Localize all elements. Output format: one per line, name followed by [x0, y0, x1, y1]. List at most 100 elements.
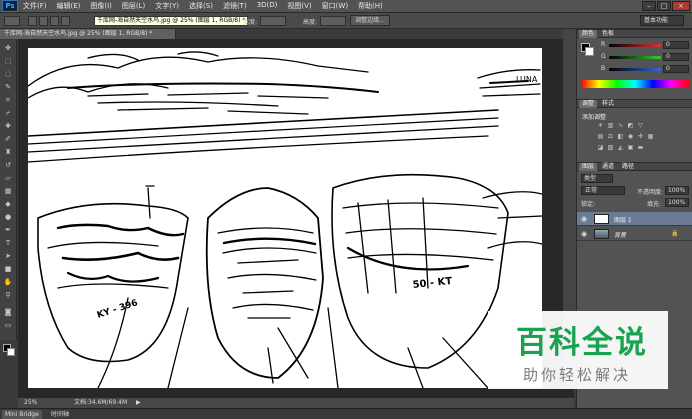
sketch-image[interactable]: LUNA KY - 396 50 - KT [28, 48, 542, 388]
status-arrow-icon[interactable]: ▶ [136, 398, 141, 408]
quick-mask-icon[interactable]: ◙ [3, 308, 13, 317]
close-button[interactable]: × [672, 1, 690, 11]
channel-b-slider[interactable] [609, 68, 661, 71]
dodge-tool-icon[interactable]: ● [3, 213, 13, 222]
hand-tool-icon[interactable]: ✋ [3, 278, 13, 287]
photoshop-window: Ps 文件(F) 编辑(E) 图像(I) 图层(L) 文字(Y) 选择(S) 滤镜(T) 3D… [0, 0, 692, 419]
menu-item-4[interactable]: 文字(Y) [150, 1, 184, 11]
zoom-level[interactable]: 25% [24, 398, 37, 408]
curves-icon[interactable]: ∿ [617, 122, 624, 129]
tab-styles[interactable]: 样式 [599, 100, 617, 108]
gradient-map-icon[interactable]: ▬ [637, 144, 644, 151]
quick-select-tool-icon[interactable]: ✎ [3, 83, 13, 92]
color-lookup-icon[interactable]: ▦ [647, 133, 654, 140]
menu-item-9[interactable]: 窗口(W) [317, 1, 353, 11]
lock-label: 锁定: [581, 201, 596, 208]
menu-item-2[interactable]: 图像(I) [85, 1, 117, 11]
color-bg-swatch[interactable] [585, 47, 594, 56]
crop-tool-icon[interactable]: ⌗ [3, 96, 13, 105]
layer-kind-label: 类型 [584, 175, 597, 182]
move-tool-icon[interactable]: ✥ [3, 44, 13, 53]
toolbox: ✥ ⬚ ◌ ✎ ⌗ ⌿ ✚ ✐ ♜ ↺ ▱ ▦ ◆ ● ✒ T ➤ ■ ✋ ⚲ … [0, 40, 17, 356]
menu-item-5[interactable]: 选择(S) [184, 1, 218, 11]
blur-tool-icon[interactable]: ◆ [3, 200, 13, 209]
history-brush-tool-icon[interactable]: ↺ [3, 161, 13, 170]
height-field[interactable] [320, 16, 346, 26]
tab-swatches[interactable]: 色板 [599, 30, 617, 38]
invert-icon[interactable]: ◪ [597, 144, 604, 151]
channel-g-value[interactable]: 0 [663, 53, 689, 61]
vibrance-icon[interactable]: ▽ [637, 122, 644, 129]
subtract-selection-icon[interactable] [50, 16, 59, 26]
tab-color[interactable]: 颜色 [579, 30, 598, 38]
tab-layers[interactable]: 图层 [579, 163, 598, 171]
visibility-eye-icon[interactable]: ◉ [581, 215, 587, 223]
background-color-swatch[interactable] [7, 348, 15, 356]
visibility-eye-icon[interactable]: ◉ [581, 230, 587, 238]
channel-r-value[interactable]: 0 [663, 41, 689, 49]
menu-item-0[interactable]: 文件(F) [18, 1, 52, 11]
document-tab[interactable]: 千库网-海自然天空水鸟.jpg @ 25% (图层 1, RGB/8) * [0, 29, 176, 39]
shape-tool-icon[interactable]: ■ [3, 265, 13, 274]
width-field[interactable] [260, 16, 286, 26]
opacity-label: 不透明度: [637, 189, 664, 196]
path-select-tool-icon[interactable]: ➤ [3, 252, 13, 261]
brightness-icon[interactable]: ☀ [597, 122, 604, 129]
tab-paths[interactable]: 路径 [619, 163, 637, 171]
threshold-icon[interactable]: ◭ [617, 144, 624, 151]
add-selection-icon[interactable] [39, 16, 48, 26]
tab-timeline[interactable]: 时间轴 [48, 410, 72, 419]
type-tool-icon[interactable]: T [3, 239, 13, 248]
menu-item-8[interactable]: 视图(V) [282, 1, 316, 11]
screen-mode-icon[interactable]: ▭ [3, 321, 13, 330]
marquee-tool-icon[interactable]: ⬚ [3, 57, 13, 66]
layer-row-1[interactable]: ◉ 图层 1 [577, 212, 692, 226]
gradient-tool-icon[interactable]: ▦ [3, 187, 13, 196]
menu-item-7[interactable]: 3D(D) [252, 1, 283, 11]
zoom-tool-icon[interactable]: ⚲ [3, 291, 13, 300]
photo-filter-icon[interactable]: ◉ [627, 133, 634, 140]
color-balance-icon[interactable]: ⚖ [607, 133, 614, 140]
blend-mode-select[interactable]: 正常 [581, 186, 625, 195]
levels-icon[interactable]: ▥ [607, 122, 614, 129]
channel-r-slider[interactable] [609, 44, 661, 47]
menu-item-3[interactable]: 图层(L) [117, 1, 150, 11]
fill-field[interactable]: 100% [665, 198, 689, 207]
pen-tool-icon[interactable]: ✒ [3, 226, 13, 235]
color-spectrum-bar[interactable] [581, 80, 689, 88]
layer-row-background[interactable]: ◉ 背景 🔒 [577, 227, 692, 241]
selective-color-icon[interactable]: ▣ [627, 144, 634, 151]
tab-adjustments[interactable]: 调整 [579, 100, 598, 108]
status-bar: 25% 文档:34.6M/69.4M ▶ [18, 397, 574, 408]
tab-mini-bridge[interactable]: Mini Bridge [2, 410, 42, 419]
channel-b-value[interactable]: 0 [663, 65, 689, 73]
menu-item-1[interactable]: 编辑(E) [52, 1, 86, 11]
maximize-button[interactable]: □ [657, 1, 671, 11]
menu-item-10[interactable]: 帮助(H) [353, 1, 388, 11]
opacity-field[interactable]: 100% [665, 186, 689, 195]
channel-g-slider[interactable] [609, 56, 661, 59]
brush-tool-icon[interactable]: ✐ [3, 135, 13, 144]
intersect-selection-icon[interactable] [61, 16, 70, 26]
posterize-icon[interactable]: ▨ [607, 144, 614, 151]
clone-stamp-tool-icon[interactable]: ♜ [3, 148, 13, 157]
hue-icon[interactable]: ▤ [597, 133, 604, 140]
channel-mixer-icon[interactable]: ✣ [637, 133, 644, 140]
black-white-icon[interactable]: ◧ [617, 133, 624, 140]
tool-preset-picker[interactable] [4, 16, 20, 26]
eraser-tool-icon[interactable]: ▱ [3, 174, 13, 183]
menu-item-6[interactable]: 滤镜(T) [218, 1, 252, 11]
layer-name[interactable]: 背景 [614, 230, 626, 239]
layer-thumbnail [594, 214, 609, 224]
layer-kind-filter[interactable]: 类型 [581, 174, 613, 183]
layer-name[interactable]: 图层 1 [614, 215, 632, 224]
new-selection-icon[interactable] [28, 16, 37, 26]
eyedropper-tool-icon[interactable]: ⌿ [3, 109, 13, 118]
refine-edge-button[interactable]: 调整边缘... [350, 15, 390, 26]
exposure-icon[interactable]: ◩ [627, 122, 634, 129]
minimize-button[interactable]: – [642, 1, 656, 11]
workspace-select[interactable]: 基本功能 [640, 15, 684, 26]
healing-brush-tool-icon[interactable]: ✚ [3, 122, 13, 131]
tab-channels[interactable]: 通道 [599, 163, 617, 171]
lasso-tool-icon[interactable]: ◌ [3, 70, 13, 79]
